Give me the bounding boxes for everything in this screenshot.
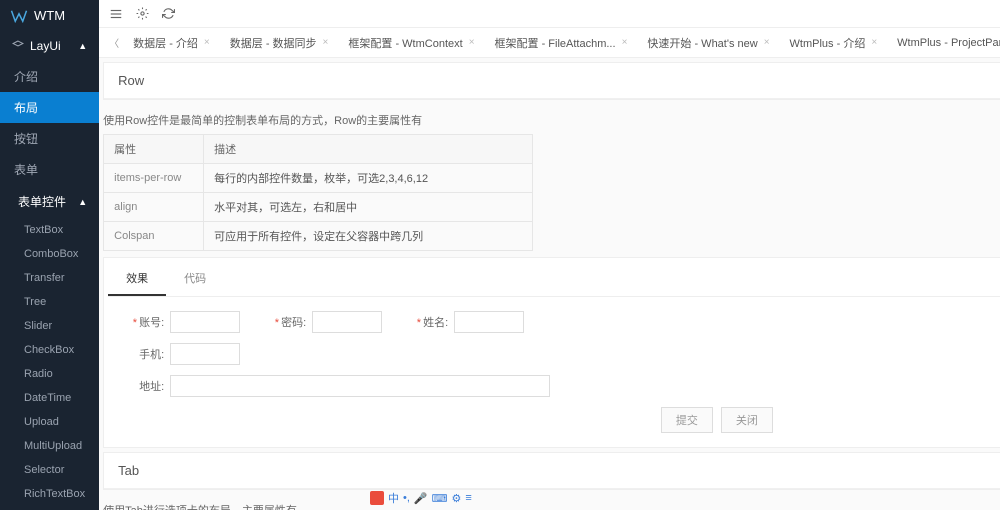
panel-row: Row	[103, 62, 1000, 100]
table-row: Colspan可应用于所有控件，设定在父容器中跨几列	[104, 222, 533, 251]
sidebar-sub-tree[interactable]: Tree	[0, 290, 99, 314]
doc-tab-3[interactable]: 框架配置 - FileAttachm...×	[485, 28, 638, 58]
sidebar-sub-radio[interactable]: Radio	[0, 362, 99, 386]
brand: WTM	[0, 0, 99, 31]
sidebar-sub-combobox[interactable]: ComboBox	[0, 242, 99, 266]
ime-mic-icon[interactable]: 🎤	[414, 492, 428, 505]
sidebar-item-3[interactable]: 表单	[0, 154, 99, 185]
menu-group-form-controls[interactable]: 表单控件 ▲	[0, 185, 99, 218]
sidebar-sub-richtextbox[interactable]: RichTextBox	[0, 482, 99, 506]
address-input[interactable]	[170, 375, 550, 397]
table-row: items-per-row每行的内部控件数量，枚举，可选2,3,4,6,12	[104, 164, 533, 193]
account-input[interactable]	[170, 311, 240, 333]
layers-icon	[12, 40, 24, 52]
menu-toggle-icon[interactable]	[109, 7, 123, 21]
sidebar-sub-textbox[interactable]: TextBox	[0, 218, 99, 242]
ime-toolbar: 中 •, 🎤 ⌨ ⚙ ≡	[370, 490, 472, 506]
doc-tabs: 〈 数据层 - 介绍×数据层 - 数据同步×框架配置 - WtmContext×…	[99, 28, 1000, 58]
tab-desc: 使用Tab进行选项卡的布局，主要属性有	[99, 494, 1000, 510]
table-row: align水平对其，可选左，右和居中	[104, 193, 533, 222]
chevron-up-icon: ▲	[78, 41, 87, 51]
close-icon[interactable]: ×	[204, 37, 210, 48]
menu-section-layui[interactable]: LayUi ▲	[0, 31, 99, 61]
sidebar-sub-transfer[interactable]: Transfer	[0, 266, 99, 290]
panel-tab-title: Tab	[104, 453, 1000, 489]
chevron-up-icon: ▲	[78, 197, 87, 207]
row-inner-tabs: 效果 代码	[108, 262, 1000, 297]
sidebar-item-0[interactable]: 介绍	[0, 61, 99, 92]
main: 文档版本：5.x/6.x ▼ 简体中文 ▼ 〈 数据层 - 介绍×数据层 - 数…	[99, 0, 1000, 510]
panel-tab: Tab	[103, 452, 1000, 490]
sidebar: WTM LayUi ▲ 介绍布局按钮表单 表单控件 ▲ TextBoxCombo…	[0, 0, 99, 510]
row-props-table: 属性描述 items-per-row每行的内部控件数量，枚举，可选2,3,4,6…	[103, 134, 533, 251]
doc-tab-4[interactable]: 快速开始 - What's new×	[637, 28, 779, 58]
close-icon[interactable]: ×	[323, 37, 329, 48]
ime-settings-icon[interactable]: ⚙	[452, 492, 462, 505]
ime-keyboard-icon[interactable]: ⌨	[432, 492, 448, 505]
tabs-scroll-left[interactable]: 〈	[105, 35, 123, 50]
sidebar-sub-datetime[interactable]: DateTime	[0, 386, 99, 410]
panel-row-title: Row	[104, 63, 1000, 99]
name-input[interactable]	[454, 311, 524, 333]
sidebar-sub-checkbox[interactable]: CheckBox	[0, 338, 99, 362]
sidebar-sub-slider[interactable]: Slider	[0, 314, 99, 338]
content-area: Row 使用Row控件是最简单的控制表单布局的方式，Row的主要属性有 属性描述…	[99, 58, 1000, 510]
phone-input[interactable]	[170, 343, 240, 365]
sidebar-sub-ueditor[interactable]: UEditor	[0, 506, 99, 510]
ime-lang[interactable]: 中	[388, 490, 399, 506]
password-input[interactable]	[312, 311, 382, 333]
close-button[interactable]: 关闭	[721, 407, 773, 433]
row-demo-panel: 效果 代码 *账号: *密码: *姓名: 手机:	[103, 257, 1000, 448]
doc-tab-1[interactable]: 数据层 - 数据同步×	[220, 28, 339, 58]
gear-icon[interactable]	[135, 7, 149, 21]
close-icon[interactable]: ×	[764, 37, 770, 48]
brand-name: WTM	[34, 8, 65, 23]
row-desc: 使用Row控件是最简单的控制表单布局的方式，Row的主要属性有	[99, 104, 1000, 134]
demo-form: *账号: *密码: *姓名: 手机: 地址:	[104, 297, 1000, 447]
doc-tab-5[interactable]: WtmPlus - 介绍×	[780, 28, 888, 58]
close-icon[interactable]: ×	[871, 37, 877, 48]
sidebar-item-1[interactable]: 布局	[0, 92, 99, 123]
close-icon[interactable]: ×	[622, 37, 628, 48]
doc-tab-2[interactable]: 框架配置 - WtmContext×	[338, 28, 484, 58]
tab-code[interactable]: 代码	[166, 262, 224, 296]
ime-menu-icon[interactable]: ≡	[465, 492, 471, 504]
tab-effect[interactable]: 效果	[108, 262, 166, 296]
doc-tab-6[interactable]: WtmPlus - ProjectPanel×	[887, 28, 1000, 58]
close-icon[interactable]: ×	[469, 37, 475, 48]
doc-tab-0[interactable]: 数据层 - 介绍×	[123, 28, 220, 58]
refresh-icon[interactable]	[161, 7, 175, 21]
sidebar-sub-upload[interactable]: Upload	[0, 410, 99, 434]
sidebar-item-2[interactable]: 按钮	[0, 123, 99, 154]
ime-punct-icon[interactable]: •,	[403, 492, 410, 504]
sidebar-sub-multiupload[interactable]: MultiUpload	[0, 434, 99, 458]
topbar: 文档版本：5.x/6.x ▼ 简体中文 ▼	[99, 0, 1000, 28]
brand-logo-icon	[10, 9, 28, 23]
ime-logo-icon[interactable]	[370, 491, 384, 505]
sidebar-sub-selector[interactable]: Selector	[0, 458, 99, 482]
submit-button[interactable]: 提交	[661, 407, 713, 433]
